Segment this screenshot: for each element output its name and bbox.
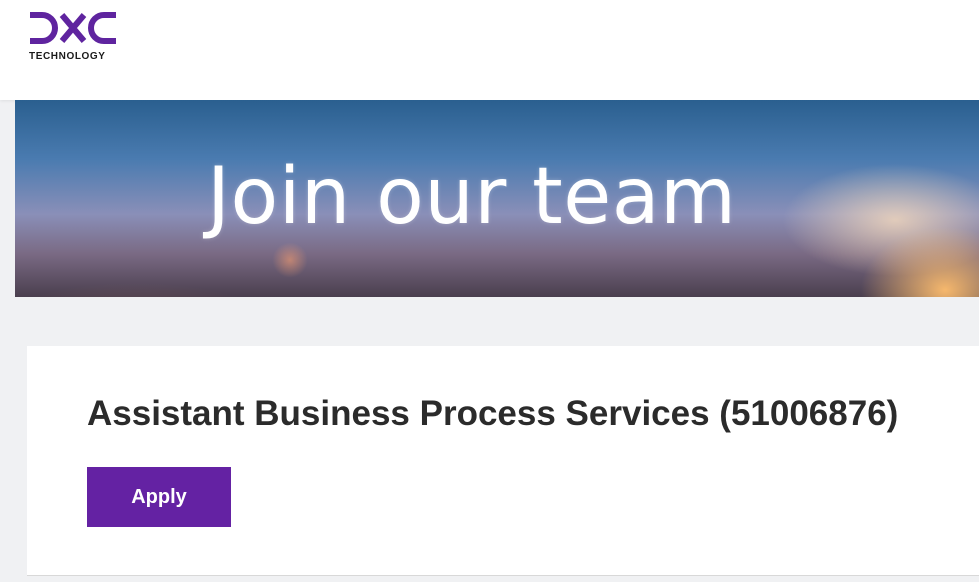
job-card: Assistant Business Process Services (510…: [27, 346, 979, 576]
banner-headline: Join our team: [207, 152, 737, 242]
hero-banner: Join our team: [15, 100, 979, 297]
site-header: TECHNOLOGY: [0, 0, 979, 100]
apply-button[interactable]: Apply: [87, 467, 231, 527]
divider: [27, 575, 979, 576]
job-title: Assistant Business Process Services (510…: [87, 394, 899, 433]
logo-subtext: TECHNOLOGY: [29, 51, 106, 62]
dxc-logo-mark: [30, 12, 116, 44]
dxc-technology-logo[interactable]: TECHNOLOGY: [28, 10, 120, 66]
